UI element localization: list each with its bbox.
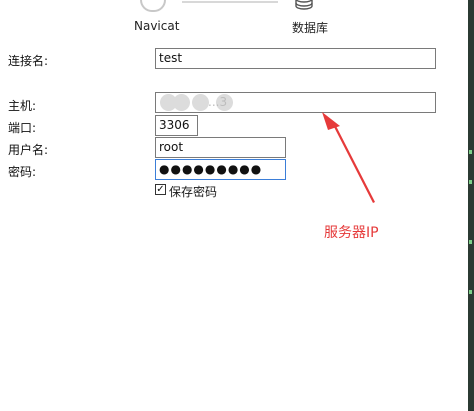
- server-ip-annotation: 服务器IP: [324, 225, 379, 241]
- username-label: 用户名:: [8, 143, 49, 157]
- checkbox-check-icon[interactable]: ✓: [155, 184, 166, 195]
- save-password-label: 保存密码: [169, 185, 218, 199]
- edge-marker: [469, 180, 472, 184]
- navicat-caption: Navicat: [134, 19, 180, 33]
- edge-marker: [469, 150, 472, 154]
- connection-name-label: 连接名:: [8, 54, 49, 68]
- redaction-blur: [192, 94, 209, 111]
- database-caption: 数据库: [292, 21, 329, 35]
- host-value: ...3: [208, 95, 228, 109]
- database-icon: [295, 0, 313, 10]
- edge-marker: [469, 290, 472, 294]
- password-label: 密码:: [8, 165, 37, 179]
- host-input[interactable]: ...3: [155, 92, 436, 113]
- port-label: 端口:: [8, 121, 37, 135]
- username-input[interactable]: root: [155, 137, 286, 158]
- port-input[interactable]: 3306: [155, 115, 198, 136]
- connection-progress-line: [182, 1, 278, 3]
- edge-marker: [469, 240, 472, 244]
- password-input[interactable]: ●●●●●●●●●: [155, 159, 286, 180]
- connection-name-input[interactable]: test: [155, 48, 436, 69]
- redaction-blur: [173, 94, 190, 111]
- host-label: 主机:: [8, 99, 37, 113]
- background-window-edge: [468, 0, 474, 411]
- header-band: [0, 0, 474, 36]
